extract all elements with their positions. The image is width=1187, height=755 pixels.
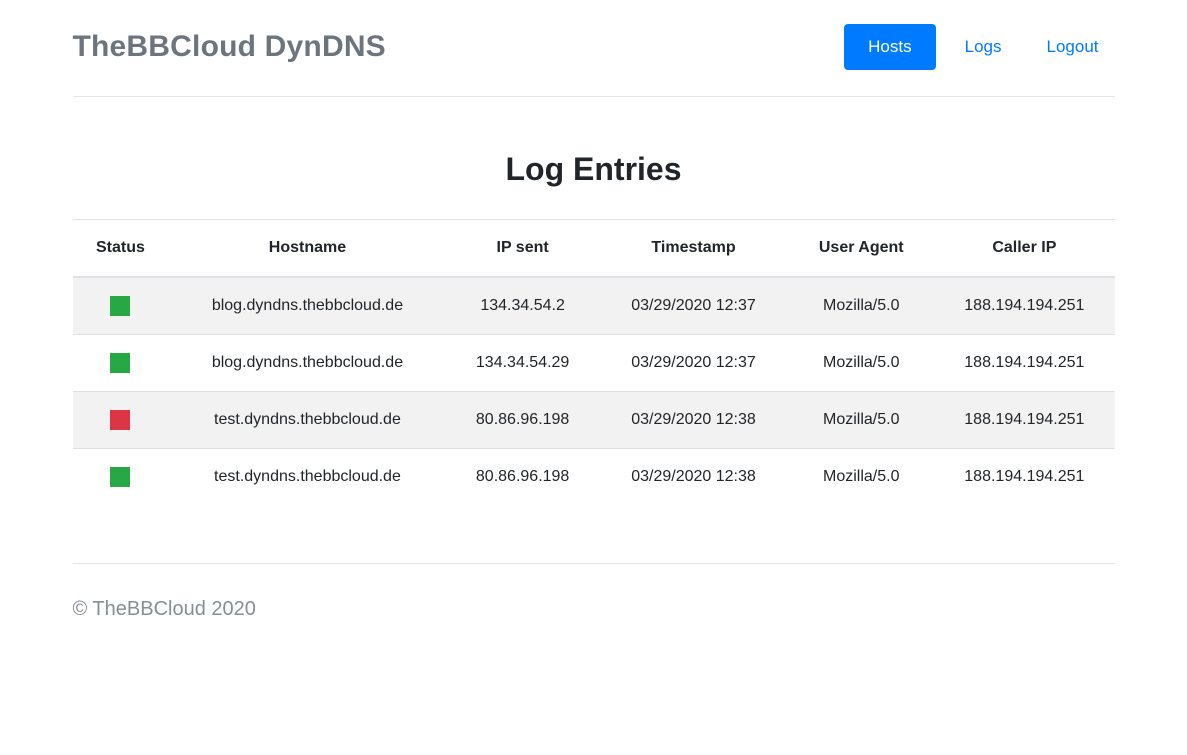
column-header-ip-sent: IP sent [447,219,599,277]
timestamp-cell: 03/29/2020 12:37 [599,334,789,391]
status-success-indicator [110,467,130,487]
caller-ip-cell: 188.194.194.251 [934,391,1114,448]
ip-sent-cell: 134.34.54.29 [447,334,599,391]
nav-link-logs[interactable]: Logs [949,24,1018,70]
column-header-user-agent: User Agent [788,219,934,277]
status-cell [73,277,169,335]
main-nav: Hosts Logs Logout [831,24,1114,70]
nav-link-hosts[interactable]: Hosts [844,24,935,70]
column-header-timestamp: Timestamp [599,219,789,277]
hostname-cell: test.dyndns.thebbcloud.de [168,448,446,505]
table-row: test.dyndns.thebbcloud.de80.86.96.19803/… [73,391,1115,448]
caller-ip-cell: 188.194.194.251 [934,334,1114,391]
ip-sent-cell: 80.86.96.198 [447,391,599,448]
main-content: Log Entries StatusHostnameIP sentTimesta… [73,151,1115,505]
user-agent-cell: Mozilla/5.0 [788,448,934,505]
timestamp-cell: 03/29/2020 12:37 [599,277,789,335]
brand-title: TheBBCloud DynDNS [73,30,386,64]
timestamp-cell: 03/29/2020 12:38 [599,448,789,505]
table-row: blog.dyndns.thebbcloud.de134.34.54.2903/… [73,334,1115,391]
hostname-cell: test.dyndns.thebbcloud.de [168,391,446,448]
site-footer: © TheBBCloud 2020 [73,564,1115,621]
page-container: TheBBCloud DynDNS Hosts Logs Logout Log En… [73,0,1115,621]
status-cell [73,448,169,505]
log-entries-table: StatusHostnameIP sentTimestampUser Agent… [73,219,1115,505]
header-divider [73,96,1115,97]
column-header-caller-ip: Caller IP [934,219,1114,277]
ip-sent-cell: 80.86.96.198 [447,448,599,505]
status-success-indicator [110,296,130,316]
status-cell [73,334,169,391]
hostname-cell: blog.dyndns.thebbcloud.de [168,277,446,335]
user-agent-cell: Mozilla/5.0 [788,391,934,448]
user-agent-cell: Mozilla/5.0 [788,277,934,335]
table-row: blog.dyndns.thebbcloud.de134.34.54.203/2… [73,277,1115,335]
column-header-hostname: Hostname [168,219,446,277]
status-cell [73,391,169,448]
copyright-text: © TheBBCloud 2020 [73,598,256,620]
table-row: test.dyndns.thebbcloud.de80.86.96.19803/… [73,448,1115,505]
user-agent-cell: Mozilla/5.0 [788,334,934,391]
status-error-indicator [110,410,130,430]
site-header: TheBBCloud DynDNS Hosts Logs Logout [73,0,1115,96]
table-header-row: StatusHostnameIP sentTimestampUser Agent… [73,219,1115,277]
column-header-status: Status [73,219,169,277]
caller-ip-cell: 188.194.194.251 [934,277,1114,335]
hostname-cell: blog.dyndns.thebbcloud.de [168,334,446,391]
timestamp-cell: 03/29/2020 12:38 [599,391,789,448]
ip-sent-cell: 134.34.54.2 [447,277,599,335]
nav-link-logout[interactable]: Logout [1031,24,1115,70]
page-title: Log Entries [73,151,1115,188]
caller-ip-cell: 188.194.194.251 [934,448,1114,505]
status-success-indicator [110,353,130,373]
